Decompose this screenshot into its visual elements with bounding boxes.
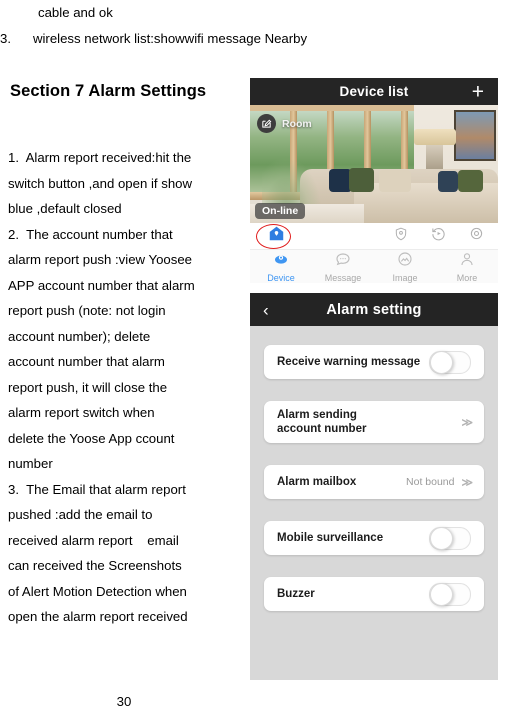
- row-receive-warning-message[interactable]: Receive warning message: [264, 345, 484, 379]
- tab-message-label: Message: [324, 272, 362, 283]
- doc-line: cable and ok: [38, 5, 113, 20]
- doc-line: pushed :add the email to: [8, 507, 153, 522]
- doc-line: blue ,default closed: [8, 201, 122, 216]
- tab-image[interactable]: Image: [374, 250, 436, 283]
- doc-line: delete the Yoose App ccount: [8, 430, 175, 446]
- device-quick-actions-row: [250, 223, 498, 249]
- doc-line-numbered: 3. wireless network list:showwifi messag…: [0, 30, 308, 46]
- photo-pillow: [349, 167, 374, 193]
- image-icon: [397, 251, 413, 272]
- doc-line: account number); delete: [8, 328, 151, 344]
- doc-line: of Alert Motion Detection when: [8, 583, 187, 599]
- toggle-knob: [430, 526, 453, 550]
- chevron-right-icon[interactable]: ≫: [461, 476, 472, 489]
- device-list-screenshot: Device list + Room On-line Device Messag…: [250, 78, 498, 283]
- room-name-label: Room: [282, 117, 312, 130]
- doc-line: 1. Alarm report received:hit the: [8, 150, 192, 165]
- body-paragraph-block: 1. Alarm report received:hit the switch …: [8, 145, 248, 630]
- doc-line: alarm report push :view Yoosee: [8, 252, 192, 267]
- toggle-buzzer[interactable]: [429, 582, 471, 606]
- alarm-setting-list: Receive warning message Alarm sending ac…: [250, 326, 498, 611]
- row-label: Alarm mailbox: [277, 476, 357, 488]
- doc-line: can received the Screenshots: [8, 558, 182, 573]
- doc-line: 3. The Email that alarm report: [8, 481, 186, 497]
- doc-line: switch button ,and open if show: [8, 175, 193, 191]
- row-alarm-sending-account-number[interactable]: Alarm sending account number ≫: [264, 401, 484, 443]
- toggle-mobile-surveillance[interactable]: [429, 526, 471, 550]
- device-list-navbar: Device list +: [250, 78, 498, 105]
- row-control[interactable]: [429, 350, 471, 374]
- navbar-title: Alarm setting: [326, 301, 422, 318]
- row-alarm-mailbox[interactable]: Alarm mailbox Not bound ≫: [264, 465, 484, 499]
- back-chevron-icon[interactable]: ‹: [263, 301, 269, 318]
- camera-preview-thumbnail[interactable]: Room On-line: [250, 105, 498, 223]
- photo-lamp-shade: [413, 128, 456, 146]
- photo-pillow: [438, 171, 459, 193]
- tab-more[interactable]: More: [436, 250, 498, 283]
- row-control[interactable]: [429, 526, 471, 550]
- photo-lamp-base: [426, 145, 444, 172]
- add-device-button[interactable]: +: [472, 81, 484, 102]
- tab-device-label: Device: [267, 272, 295, 283]
- settings-gear-icon[interactable]: [469, 226, 484, 246]
- doc-line: APP account number that alarm: [8, 277, 195, 293]
- page-number: 30: [116, 694, 132, 709]
- photo-pillow: [378, 169, 412, 193]
- toggle-knob: [430, 350, 453, 374]
- alarm-setting-navbar: ‹ Alarm setting: [250, 293, 498, 326]
- tab-message[interactable]: Message: [312, 250, 374, 283]
- doc-line: open the alarm report received: [8, 609, 188, 624]
- status-badge: On-line: [255, 203, 306, 219]
- quick-action-icons: [394, 226, 484, 246]
- row-label: Receive warning message: [277, 356, 421, 368]
- message-bubble-icon: [335, 251, 351, 272]
- doc-line: received alarm report email: [8, 532, 179, 548]
- doc-line: 2. The account number that: [8, 226, 173, 242]
- doc-line: number: [8, 456, 53, 471]
- row-label: Mobile surveillance: [277, 532, 384, 544]
- chevron-right-icon[interactable]: ≫: [461, 416, 472, 429]
- alarm-setting-screenshot: ‹ Alarm setting Receive warning message …: [250, 293, 498, 680]
- playback-icon[interactable]: [431, 226, 446, 246]
- device-icon: [273, 251, 289, 272]
- row-label: Alarm sending account number: [277, 409, 367, 435]
- continued-paragraph-block: cable and ok 3. wireless network list:sh…: [0, 0, 308, 51]
- doc-line: account number that alarm: [8, 354, 165, 369]
- shield-icon[interactable]: [394, 227, 408, 246]
- toggle-receive-warning-message[interactable]: [429, 350, 471, 374]
- doc-line: report push, it will close the: [8, 379, 168, 395]
- row-control[interactable]: ≫: [461, 416, 472, 429]
- room-name-badge[interactable]: Room: [257, 114, 312, 133]
- photo-wall-art: [454, 109, 496, 161]
- highlight-circle-annotation: [256, 224, 291, 249]
- row-value: Not bound: [406, 476, 455, 488]
- row-buzzer[interactable]: Buzzer: [264, 577, 484, 611]
- bottom-tab-bar: Device Message Image More: [250, 249, 498, 283]
- doc-line: alarm report switch when: [8, 405, 155, 420]
- tab-image-label: Image: [392, 272, 418, 283]
- photo-window-frame: [250, 105, 414, 111]
- row-control[interactable]: Not bound ≫: [406, 476, 473, 489]
- row-mobile-surveillance[interactable]: Mobile surveillance: [264, 521, 484, 555]
- edit-pencil-icon[interactable]: [257, 114, 276, 133]
- row-label: Buzzer: [277, 588, 315, 600]
- document-text-column: cable and ok 3. wireless network list:sh…: [0, 0, 308, 716]
- toggle-knob: [430, 582, 453, 606]
- doc-line: report push (note: not login: [8, 303, 166, 318]
- row-control[interactable]: [429, 582, 471, 606]
- navbar-title: Device list: [339, 84, 409, 99]
- photo-pillow: [458, 169, 484, 193]
- person-icon: [459, 251, 475, 272]
- tab-device[interactable]: Device: [250, 250, 312, 283]
- page-title: Section 7 Alarm Settings: [10, 82, 207, 100]
- tab-more-label: More: [456, 272, 478, 283]
